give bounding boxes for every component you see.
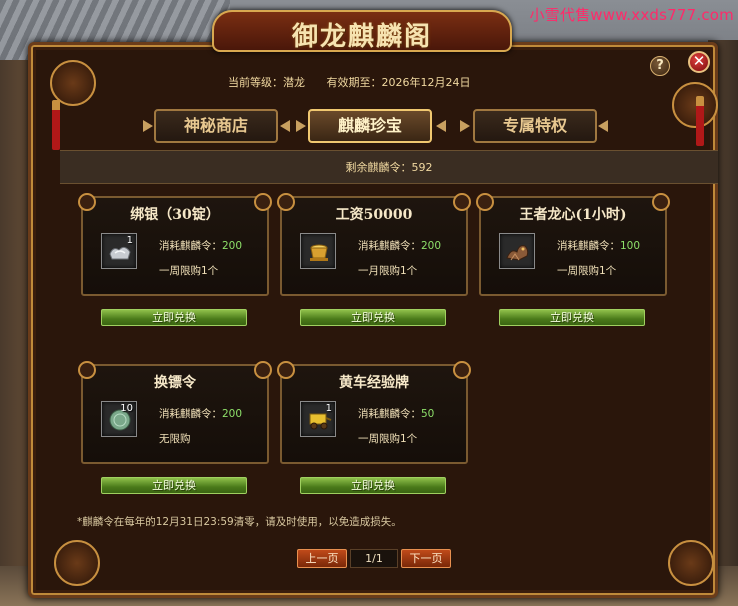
remaining-tokens: 剩余麒麟令：592: [60, 150, 718, 184]
cost-label: 消耗麒麟令：: [159, 408, 222, 420]
item-title: 黄车经验牌: [339, 375, 409, 391]
item-limit: 一周限购1个: [358, 433, 418, 445]
item-slot[interactable]: [300, 233, 336, 269]
redeem-button[interactable]: 立即兑换: [101, 309, 247, 326]
item-title: 绑银（30锭）: [130, 207, 220, 223]
item-card: 绑银（30锭） 1 消耗麒麟令：200 一周限购1个: [78, 193, 272, 296]
item-quantity: 10: [120, 403, 133, 414]
item-cost: 消耗麒麟令：50: [358, 406, 434, 421]
item-limit: 一周限购1个: [557, 265, 617, 277]
cost-label: 消耗麒麟令：: [159, 240, 222, 252]
tab-qilin-treasure[interactable]: 麒麟珍宝: [308, 109, 432, 143]
item-cost: 消耗麒麟令：200: [159, 406, 242, 421]
item-card: 黄车经验牌 1 消耗麒麟令：50 一周限购1个: [277, 361, 471, 464]
dialog-title: 御龙麒麟阁: [291, 22, 432, 52]
item-slot[interactable]: 1: [101, 233, 137, 269]
cost-label: 消耗麒麟令：: [358, 408, 421, 420]
page-indicator: 1/1: [350, 549, 398, 568]
redeem-button[interactable]: 立即兑换: [499, 309, 645, 326]
item-title: 工资50000: [335, 207, 413, 223]
current-level: 当前等级：潜龙: [228, 76, 305, 89]
item-card: 换镖令 10 消耗麒麟令：200 无限购: [78, 361, 272, 464]
title-banner: 御龙麒麟阁: [212, 10, 512, 52]
item-limit: 无限购: [159, 433, 191, 445]
item-limit: 一周限购1个: [159, 265, 219, 277]
expiry-note: *麒麟令在每年的12月31日23:59清零，请及时使用，以免造成损失。: [77, 516, 402, 528]
item-card: 工资50000 消耗麒麟令：200 一月限购1个: [277, 193, 471, 296]
item-card: 王者龙心(1小时) 消耗麒麟令：100 一周限购1个: [476, 193, 670, 296]
item-title: 王者龙心(1小时): [519, 207, 627, 223]
item-cost: 消耗麒麟令：200: [358, 238, 441, 253]
item-cost: 消耗麒麟令：200: [159, 238, 242, 253]
redeem-button[interactable]: 立即兑换: [300, 309, 446, 326]
next-page-button[interactable]: 下一页: [401, 549, 451, 568]
header-info: 当前等级：潜龙 有效期至：2026年12月24日: [228, 74, 489, 90]
item-limit: 一月限购1个: [358, 265, 418, 277]
dragon-heart-icon: [506, 245, 529, 261]
redeem-button[interactable]: 立即兑换: [300, 477, 446, 494]
cost-label: 消耗麒麟令：: [358, 240, 421, 252]
corner-ornament-bottom-right: [668, 540, 714, 586]
corner-ornament-top-right: [672, 82, 718, 128]
tab-exclusive-privileges[interactable]: 专属特权: [473, 109, 597, 143]
close-button[interactable]: ✕: [688, 51, 710, 73]
item-slot[interactable]: [499, 233, 535, 269]
cost-value: 100: [620, 240, 641, 252]
cost-value: 200: [222, 408, 243, 420]
item-slot[interactable]: 1: [300, 401, 336, 437]
watermark-text: 小雪代售www.xxds777.com: [529, 6, 734, 24]
corner-ornament-bottom-left: [54, 540, 100, 586]
cost-value: 200: [222, 240, 243, 252]
help-button[interactable]: ?: [650, 56, 670, 76]
item-quantity: 1: [325, 403, 332, 414]
item-cost: 消耗麒麟令：100: [557, 238, 640, 253]
cost-label: 消耗麒麟令：: [557, 240, 620, 252]
tassel-right: [696, 96, 704, 146]
tassel-left: [52, 100, 60, 150]
redeem-button[interactable]: 立即兑换: [101, 477, 247, 494]
item-title: 换镖令: [154, 375, 196, 391]
cost-value: 200: [421, 240, 442, 252]
tab-mystery-shop[interactable]: 神秘商店: [154, 109, 278, 143]
gold-bowl-icon: [310, 244, 328, 261]
prev-page-button[interactable]: 上一页: [297, 549, 347, 568]
expiry-date: 有效期至：2026年12月24日: [326, 76, 471, 89]
item-quantity: 1: [126, 235, 133, 246]
cost-value: 50: [421, 408, 435, 420]
item-slot[interactable]: 10: [101, 401, 137, 437]
